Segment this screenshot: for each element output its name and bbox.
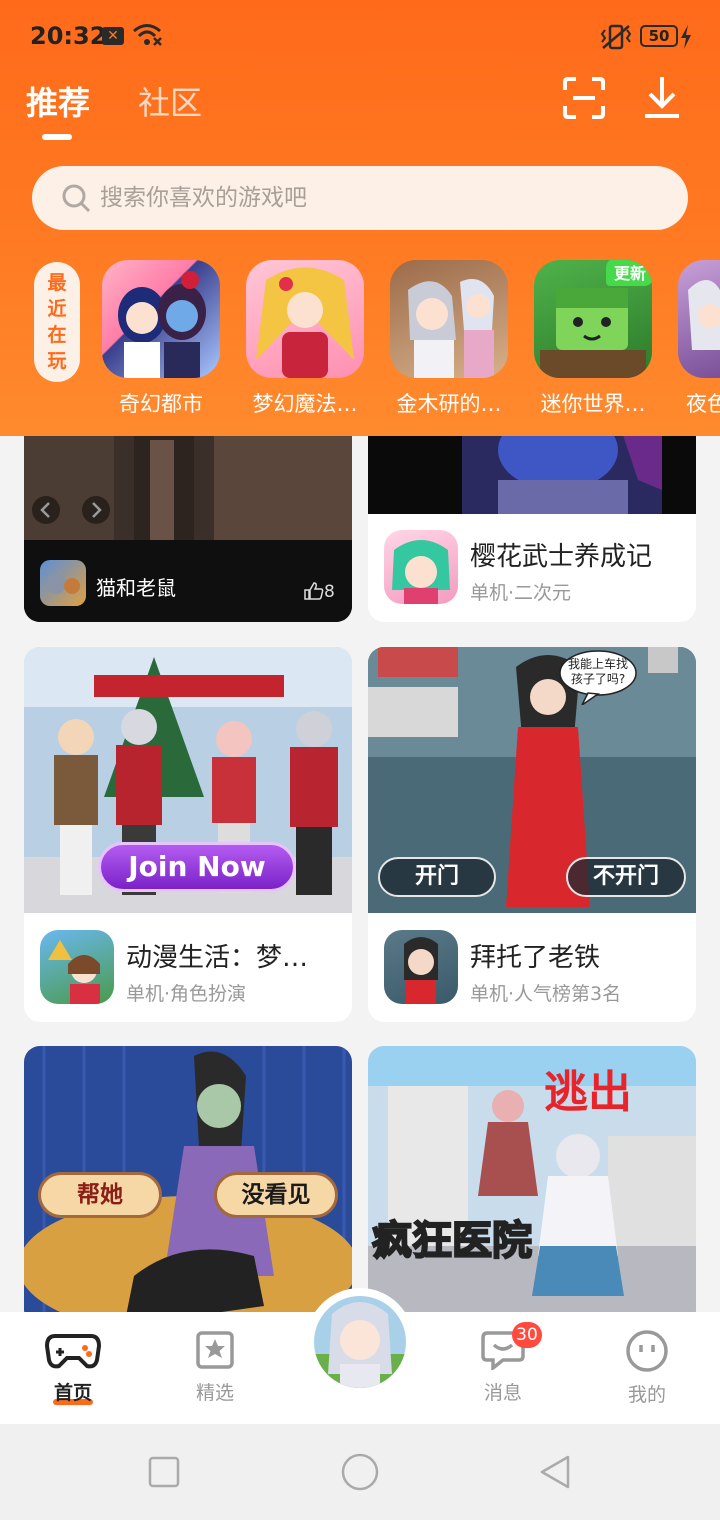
anime-characters-illustration [408, 279, 494, 378]
battery-indicator: 50 [640, 25, 678, 47]
tom-and-jerry-icon [46, 574, 80, 594]
recent-game-item[interactable]: 金木研的… [390, 260, 508, 418]
recent-game-label: 梦幻魔法… [252, 392, 358, 416]
card-title: 动漫生活：梦… [126, 943, 309, 973]
game-icon [384, 930, 458, 1004]
recent-game-label: 迷你世界… [540, 392, 646, 416]
game-icon [40, 560, 86, 606]
profile-icon [626, 1330, 668, 1372]
nav-home[interactable]: 首页 [28, 1330, 118, 1405]
status-time: 20:32 [30, 22, 107, 50]
recent-game-label: 金木研的… [396, 392, 502, 416]
game-card[interactable]: 猫和老鼠 8 [24, 420, 352, 622]
nav-home-label: 首页 [53, 1382, 92, 1404]
speech-text: 我能上车找孩子了吗? [567, 657, 628, 686]
nav-featured[interactable]: 精选 [170, 1330, 260, 1405]
game-screenshot [368, 1046, 696, 1326]
game-icon [40, 930, 114, 1004]
recent-game-label: 奇幻都市 [119, 392, 203, 416]
wifi-off-icon [133, 24, 162, 46]
escape-title-badge: 逃出 [544, 1067, 632, 1118]
card-title: 猫和老鼠 [96, 576, 176, 600]
card-title: 拜托了老铁 [470, 943, 601, 973]
recent-game-item[interactable]: 夜色 [678, 260, 720, 418]
thumbs-up-icon[interactable] [304, 582, 324, 600]
download-icon[interactable] [640, 74, 684, 120]
card-subtitle: 单机·人气榜第3名 [470, 983, 622, 1005]
back-icon[interactable] [538, 1454, 572, 1490]
open-door-button: 开门 [378, 857, 496, 897]
anime-characters-illustration [118, 271, 206, 378]
card-subtitle: 单机·角色扮演 [126, 983, 247, 1005]
game-thumbnail [102, 260, 220, 378]
recent-apps-icon[interactable] [148, 1456, 180, 1488]
nav-featured-label: 精选 [195, 1382, 234, 1404]
game-thumbnail: 更新 [534, 260, 652, 378]
nav-messages-label: 消息 [483, 1382, 522, 1404]
message-count-badge: 30 [512, 1322, 542, 1348]
anime-girl-illustration [256, 267, 354, 378]
search-bar[interactable] [32, 166, 688, 230]
card-subtitle: 单机·二次元 [470, 582, 572, 604]
game-thumbnail [390, 260, 508, 378]
system-nav-bar [0, 1424, 720, 1520]
scan-icon[interactable] [562, 76, 606, 120]
anime-girl-illustration [688, 280, 720, 350]
help-her-button: 帮她 [38, 1172, 162, 1218]
card-title: 樱花武士养成记 [470, 542, 653, 572]
recent-game-item[interactable]: 梦幻魔法… [246, 260, 364, 418]
join-now-banner: Join Now [98, 842, 296, 892]
status-bar: 20:32 ✕ 50 [0, 0, 720, 76]
like-count: 8 [324, 582, 335, 602]
featured-icon [196, 1331, 234, 1369]
center-avatar-button[interactable] [306, 1288, 414, 1396]
game-icon [384, 530, 458, 604]
tab-recommend[interactable]: 推荐 [26, 78, 90, 124]
charging-icon [681, 25, 691, 49]
didnt-see-button: 没看见 [214, 1172, 338, 1218]
header: 20:32 ✕ 50 推荐 社区 搜索你喜欢的游戏吧 最近在玩 奇幻都市 梦幻魔… [0, 0, 720, 436]
game-card[interactable]: 樱花武士养成记 单机·二次元 [368, 420, 696, 622]
lady-in-red-icon [404, 937, 438, 1004]
crazy-hospital-title: 疯狂医院 [371, 1217, 533, 1265]
notification-icon: ✕ [102, 27, 124, 45]
game-card[interactable]: 逃出 疯狂医院 [368, 1046, 696, 1326]
game-card[interactable]: Join Now 动漫生活：梦… 单机·角色扮演 [24, 647, 352, 1022]
sakura-samurai-icon [392, 540, 450, 604]
vibrate-icon [600, 24, 632, 50]
recent-played-tag: 最近在玩 [34, 262, 80, 382]
nav-profile-label: 我的 [627, 1384, 666, 1406]
update-badge: 更新 [605, 260, 652, 286]
home-button-icon[interactable] [340, 1452, 380, 1492]
game-thumbnail [246, 260, 364, 378]
active-tab-indicator [42, 134, 72, 140]
gamepad-icon [44, 1334, 102, 1369]
game-card[interactable]: 我能上车找孩子了吗? 开门 不开门 拜托了老铁 单机·人气榜第3名 [368, 647, 696, 1022]
tab-community[interactable]: 社区 [138, 78, 202, 124]
recent-game-item[interactable]: 更新 迷你世界… [534, 260, 652, 418]
avatar [314, 1296, 406, 1388]
anime-life-icon [48, 940, 100, 1004]
dont-open-door-button: 不开门 [566, 857, 686, 897]
game-card[interactable]: 帮她 没看见 [24, 1046, 352, 1326]
nav-profile[interactable]: 我的 [602, 1330, 692, 1407]
search-icon [62, 184, 91, 213]
recent-game-item[interactable]: 奇幻都市 [102, 260, 220, 418]
game-thumbnail [678, 260, 720, 378]
recent-played-label: 最近在玩 [47, 272, 67, 372]
recent-game-label: 夜色 [686, 392, 720, 416]
search-input[interactable] [100, 166, 660, 230]
